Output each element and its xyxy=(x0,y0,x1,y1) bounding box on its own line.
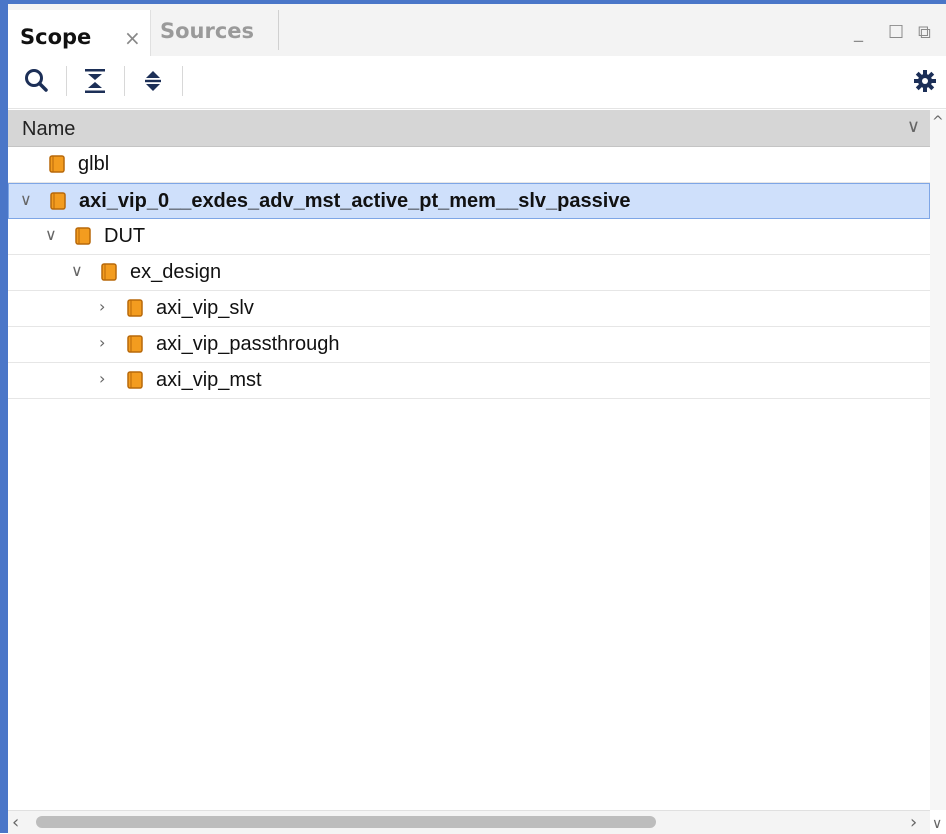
chevron-right-icon[interactable]: › xyxy=(99,297,115,317)
module-chip-icon xyxy=(127,335,143,353)
panel-focus-border-left xyxy=(0,0,8,833)
module-chip-icon xyxy=(101,263,117,281)
chevron-right-icon[interactable]: › xyxy=(99,369,115,389)
tab-bar: Scope × Sources _ ☐ ⧉ xyxy=(8,4,946,56)
tab-scope-label: Scope xyxy=(20,25,92,49)
column-header-name[interactable]: Name ∨ xyxy=(8,110,930,147)
module-chip-icon xyxy=(127,299,143,317)
column-menu-chevron-icon[interactable]: ∨ xyxy=(907,116,920,137)
tab-scope[interactable]: Scope × xyxy=(8,10,151,56)
module-chip-icon xyxy=(49,155,65,173)
chevron-down-icon[interactable]: ∨ xyxy=(71,261,87,281)
tree-row-label: glbl xyxy=(78,153,110,175)
tree-row-label: axi_vip_passthrough xyxy=(156,333,340,355)
expand-all-icon[interactable] xyxy=(138,66,168,96)
tree-row-label: axi_vip_mst xyxy=(156,369,262,391)
toolbar-separator xyxy=(182,66,183,96)
tree-row-axi-vip-0-exdes[interactable]: ∨ axi_vip_0__exdes_adv_mst_active_pt_mem… xyxy=(8,183,930,219)
toolbar-separator xyxy=(124,66,125,96)
tab-close-icon[interactable]: × xyxy=(124,26,141,50)
tree-row-label: axi_vip_slv xyxy=(156,297,254,319)
tree-row-label: ex_design xyxy=(130,261,222,283)
module-chip-icon xyxy=(127,371,143,389)
module-chip-icon xyxy=(75,227,91,245)
float-window-icon[interactable]: ⧉ xyxy=(918,22,931,43)
tree-row-axi-vip-mst[interactable]: › axi_vip_mst xyxy=(8,363,930,399)
search-icon[interactable] xyxy=(22,66,52,96)
tree-row-axi-vip-slv[interactable]: › axi_vip_slv xyxy=(8,291,930,327)
scroll-down-icon[interactable]: ∨ xyxy=(932,816,942,832)
chevron-down-icon[interactable]: ∨ xyxy=(20,190,36,210)
tree-row-ex-design[interactable]: ∨ ex_design xyxy=(8,255,930,291)
tab-sources[interactable]: Sources xyxy=(150,10,279,50)
scroll-up-icon[interactable]: ^ xyxy=(932,114,944,130)
chevron-down-icon[interactable]: ∨ xyxy=(45,225,61,245)
minimize-icon[interactable]: _ xyxy=(854,22,863,43)
tab-sources-label: Sources xyxy=(160,19,255,43)
tree-row-glbl[interactable]: glbl xyxy=(8,147,930,183)
toolbar xyxy=(8,56,946,109)
tree-row-dut[interactable]: ∨ DUT xyxy=(8,219,930,255)
maximize-icon[interactable]: ☐ xyxy=(888,22,904,43)
horizontal-scrollbar[interactable]: ‹ › xyxy=(8,810,930,834)
scroll-left-icon[interactable]: ‹ xyxy=(12,812,19,833)
chevron-right-icon[interactable]: › xyxy=(99,333,115,353)
collapse-all-icon[interactable] xyxy=(80,66,110,96)
scope-panel: Scope × Sources _ ☐ ⧉ Name ∨ glbl ∨ axi_… xyxy=(0,0,946,834)
tree-row-axi-vip-passthrough[interactable]: › axi_vip_passthrough xyxy=(8,327,930,363)
scope-tree: glbl ∨ axi_vip_0__exdes_adv_mst_active_p… xyxy=(8,147,930,399)
module-chip-icon xyxy=(50,192,66,210)
vertical-scrollbar[interactable]: ^ ∨ xyxy=(930,110,946,832)
tree-row-label: DUT xyxy=(104,225,146,247)
toolbar-separator xyxy=(66,66,67,96)
horizontal-scroll-thumb[interactable] xyxy=(36,816,656,828)
settings-gear-icon[interactable] xyxy=(910,66,940,96)
column-header-label: Name xyxy=(22,118,76,140)
scroll-right-icon[interactable]: › xyxy=(910,812,917,833)
tree-row-label: axi_vip_0__exdes_adv_mst_active_pt_mem__… xyxy=(79,190,631,212)
